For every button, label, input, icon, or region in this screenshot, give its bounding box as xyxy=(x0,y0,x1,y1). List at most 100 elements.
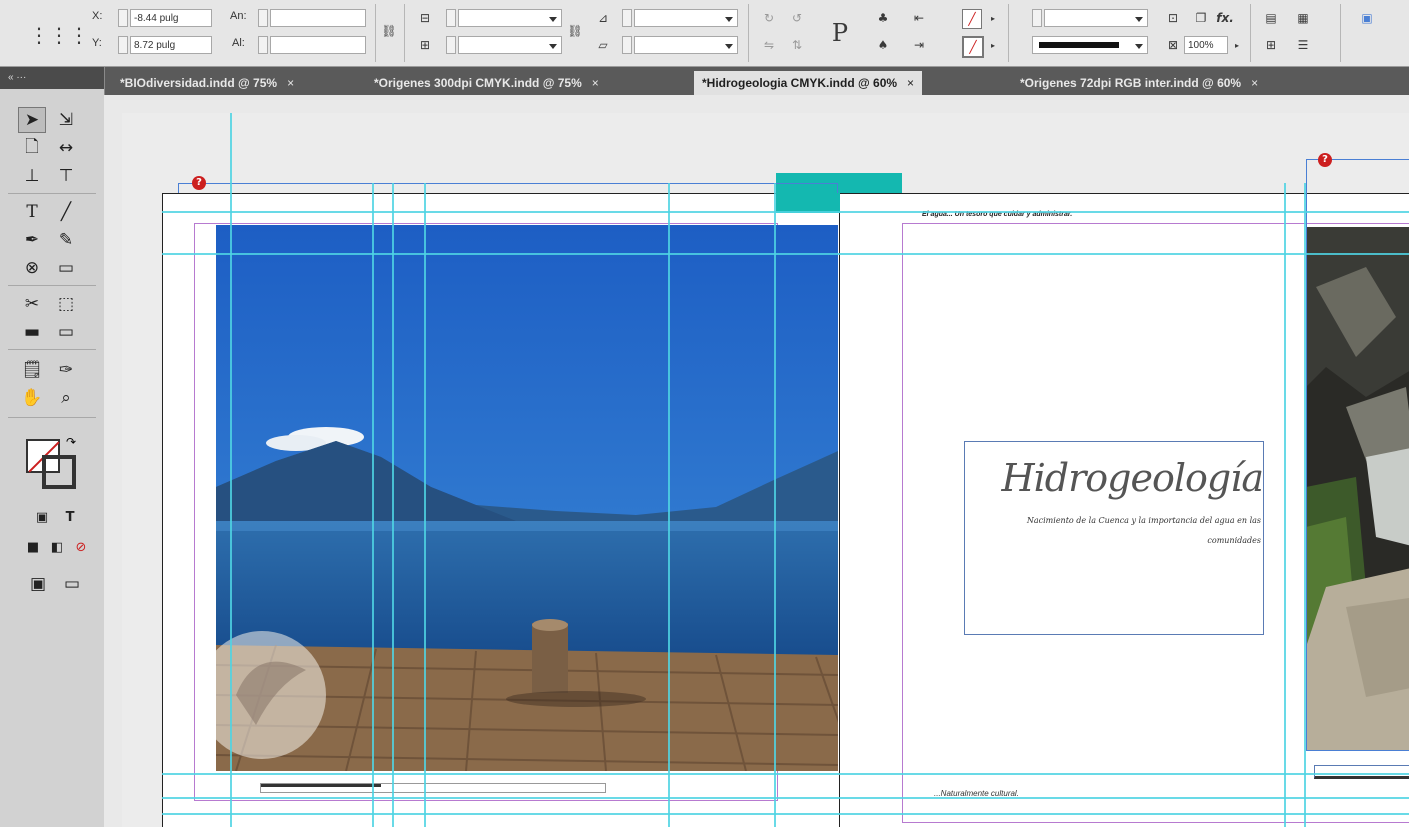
scissors-tool-icon[interactable]: ✂ xyxy=(18,291,46,317)
lake-photo[interactable] xyxy=(216,225,838,771)
rectangle-frame-tool-icon[interactable]: ⊗ xyxy=(18,255,46,281)
x-field[interactable]: -8.44 pulg xyxy=(130,9,212,27)
rotate-cw-icon[interactable]: ↻ xyxy=(760,9,778,27)
stroke-weight-field[interactable] xyxy=(1044,9,1148,27)
frame-fit-icon[interactable]: ⊞ xyxy=(1262,36,1280,54)
tab-hidrogeologia[interactable]: *Hidrogeologia CMYK.indd @ 60% × xyxy=(694,71,923,95)
guide-horizontal[interactable] xyxy=(162,813,1409,815)
x-stepper[interactable] xyxy=(118,9,128,27)
content-placer-icon[interactable]: ⊤ xyxy=(52,163,80,189)
constrain-proportions-icon[interactable]: ⛓ xyxy=(380,22,398,40)
preview-mode-icon[interactable]: ▭ xyxy=(58,571,86,597)
opacity-field[interactable]: 100% xyxy=(1184,36,1228,54)
close-icon[interactable]: × xyxy=(1251,76,1258,90)
close-icon[interactable]: × xyxy=(907,76,914,90)
close-icon[interactable]: × xyxy=(287,76,294,90)
panel-menu-icon[interactable]: ▣ xyxy=(1358,9,1376,27)
select-next-icon[interactable]: ⇥ xyxy=(910,36,928,54)
zoom-tool-icon[interactable]: ⌕ xyxy=(52,385,80,411)
rotate-stepper[interactable] xyxy=(622,9,632,27)
apply-none-icon[interactable]: ⊘ xyxy=(70,537,92,557)
columns-icon[interactable]: ▤ xyxy=(1262,9,1280,27)
stroke-weight-stepper[interactable] xyxy=(1032,9,1042,27)
text-wrap-icon[interactable]: ⊡ xyxy=(1164,9,1182,27)
stroke-menu-icon[interactable]: ▸ xyxy=(984,36,1002,54)
guide-vertical[interactable] xyxy=(424,183,426,827)
w-field[interactable] xyxy=(270,9,366,27)
guide-vertical[interactable] xyxy=(774,183,776,827)
horizontal-ruler[interactable] xyxy=(104,95,1409,114)
distribute-icon[interactable]: ☰ xyxy=(1294,36,1312,54)
scale-y-stepper[interactable] xyxy=(446,36,456,54)
shadow-icon[interactable]: ❐ xyxy=(1192,9,1210,27)
warning-icon[interactable]: ? xyxy=(192,176,206,190)
content-collector-icon[interactable]: ⊥ xyxy=(18,163,46,189)
scale-x-stepper[interactable] xyxy=(446,9,456,27)
guide-vertical[interactable] xyxy=(392,183,394,827)
apply-gradient-icon[interactable]: ◧ xyxy=(46,537,68,557)
fill-stroke-swatch-icon[interactable]: ↷ xyxy=(26,435,82,495)
pencil-tool-icon[interactable]: ✎ xyxy=(52,227,80,253)
rectangle-tool-icon[interactable]: ▭ xyxy=(52,255,80,281)
scale-x-field[interactable] xyxy=(458,9,562,27)
stroke-type-field[interactable] xyxy=(1032,36,1148,54)
y-field[interactable]: 8.72 pulg xyxy=(130,36,212,54)
fill-swatch-icon[interactable]: ╱ xyxy=(962,9,982,29)
w-stepper[interactable] xyxy=(258,9,268,27)
select-content-icon[interactable]: ♠ xyxy=(874,36,892,54)
vertical-ruler[interactable] xyxy=(104,113,123,827)
apply-color-icon[interactable]: ■ xyxy=(22,537,44,557)
title-text-frame[interactable]: Hidrogeología Nacimiento de la Cuenca y … xyxy=(964,441,1264,635)
guide-vertical[interactable] xyxy=(1304,183,1306,827)
shear-icon[interactable]: ▱ xyxy=(594,36,612,54)
right-caption-frame[interactable] xyxy=(1314,765,1409,779)
type-tool-icon[interactable]: T xyxy=(18,199,46,225)
tools-panel-header[interactable]: « ··· xyxy=(0,67,104,89)
eyedropper-tool-icon[interactable]: ✑ xyxy=(52,357,80,383)
guide-horizontal[interactable] xyxy=(162,253,1409,255)
tab-biodiversidad[interactable]: *BIOdiversidad.indd @ 75% × xyxy=(112,71,302,95)
selection-tool-icon[interactable]: ➤ xyxy=(18,107,46,133)
left-caption-frame[interactable] xyxy=(260,783,606,793)
formatting-container-icon[interactable]: ▣ xyxy=(30,507,54,527)
note-tool-icon[interactable]: 🗒 xyxy=(18,357,46,383)
guide-vertical[interactable] xyxy=(230,113,232,827)
scale-y-field[interactable] xyxy=(458,36,562,54)
rotate-field[interactable] xyxy=(634,9,738,27)
document-canvas[interactable]: El agua... Un tesoro que cuidar y admini… xyxy=(122,113,1409,827)
opacity-menu-icon[interactable]: ▸ xyxy=(1228,36,1246,54)
swap-colors-icon[interactable]: ↷ xyxy=(66,435,76,449)
formatting-text-icon[interactable]: T xyxy=(58,507,82,527)
guide-horizontal[interactable] xyxy=(162,797,1409,799)
flip-v-icon[interactable]: ⇅ xyxy=(788,36,806,54)
close-icon[interactable]: × xyxy=(592,76,599,90)
free-transform-tool-icon[interactable]: ⬚ xyxy=(52,291,80,317)
gradient-feather-tool-icon[interactable]: ▭ xyxy=(52,319,80,345)
reference-point-icon[interactable]: ⋮⋮⋮ xyxy=(29,22,89,48)
shear-stepper[interactable] xyxy=(622,36,632,54)
page-tool-icon[interactable]: 🗋 xyxy=(18,135,46,161)
scale-x-icon[interactable]: ⊟ xyxy=(416,9,434,27)
scale-y-icon[interactable]: ⊞ xyxy=(416,36,434,54)
guide-horizontal[interactable] xyxy=(162,773,1409,775)
y-stepper[interactable] xyxy=(118,36,128,54)
h-field[interactable] xyxy=(270,36,366,54)
normal-mode-icon[interactable]: ▣ xyxy=(24,571,52,597)
shear-field[interactable] xyxy=(634,36,738,54)
guide-vertical[interactable] xyxy=(1284,183,1286,827)
guide-horizontal[interactable] xyxy=(162,211,1409,213)
warning-icon[interactable]: ? xyxy=(1318,153,1332,167)
hand-tool-icon[interactable]: ✋ xyxy=(18,385,46,411)
fx-button[interactable]: fx. xyxy=(1212,9,1238,27)
rotate-icon[interactable]: ⊿ xyxy=(594,9,612,27)
select-container-icon[interactable]: ♣ xyxy=(874,9,892,27)
h-stepper[interactable] xyxy=(258,36,268,54)
fill-menu-icon[interactable]: ▸ xyxy=(984,9,1002,27)
guide-vertical[interactable] xyxy=(372,183,374,827)
pen-tool-icon[interactable]: ✒ xyxy=(18,227,46,253)
tab-origenes-300[interactable]: *Origenes 300dpi CMYK.indd @ 75% × xyxy=(366,71,607,95)
direct-selection-tool-icon[interactable]: ⇲ xyxy=(52,107,80,133)
gradient-swatch-tool-icon[interactable]: ▬ xyxy=(18,319,46,345)
align-icon[interactable]: ▦ xyxy=(1294,9,1312,27)
rotate-ccw-icon[interactable]: ↺ xyxy=(788,9,806,27)
